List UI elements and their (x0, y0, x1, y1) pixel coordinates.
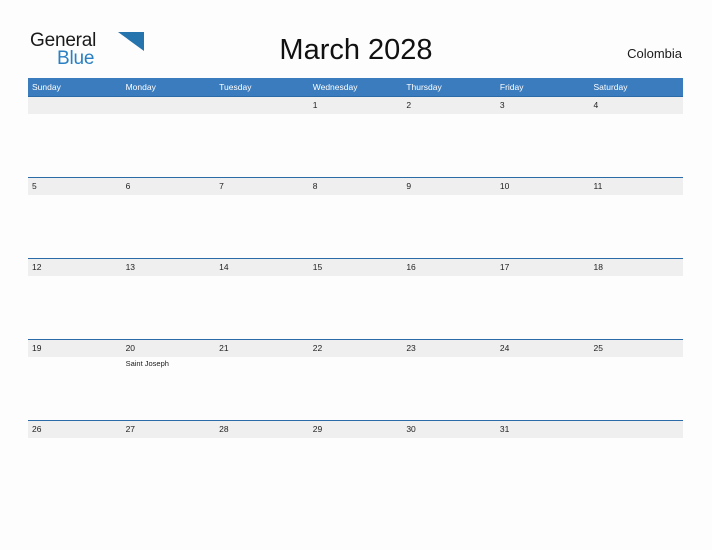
calendar-day-cell[interactable]: 5 (28, 178, 122, 258)
day-number: 27 (125, 424, 136, 434)
calendar-day-cell[interactable]: 13 (122, 259, 216, 339)
calendar-day-cell[interactable]: 23 (402, 340, 496, 420)
calendar-day-cell[interactable]: 20 Saint Joseph (122, 340, 216, 420)
calendar-day-cell[interactable]: 29 (309, 421, 403, 501)
day-number: 1 (312, 100, 318, 110)
day-number: 25 (593, 343, 603, 353)
weekday-header-wednesday: Wednesday (312, 82, 358, 92)
day-number: 28 (219, 424, 229, 434)
calendar-day-cell[interactable]: 25 (589, 340, 683, 420)
calendar-week-row: 26 27 28 29 30 31 (28, 420, 683, 501)
calendar-day-cell[interactable]: 8 (309, 178, 403, 258)
calendar-day-cell[interactable]: 24 (496, 340, 590, 420)
day-number: 19 (32, 343, 42, 353)
calendar-day-cell[interactable]: 31 (496, 421, 590, 501)
calendar-day-cell[interactable]: 17 (496, 259, 590, 339)
calendar-week-row: 1 2 3 4 (28, 96, 683, 177)
day-number: 21 (219, 343, 229, 353)
calendar-week-row: 12 13 14 15 16 17 18 (28, 258, 683, 339)
calendar-grid: Sunday Monday Tuesday Wednesday Thursday… (28, 78, 683, 501)
calendar-day-cell[interactable]: 15 (309, 259, 403, 339)
day-number: 15 (312, 262, 323, 272)
calendar-day-cell[interactable]: 7 (215, 178, 309, 258)
day-number: 12 (32, 262, 42, 272)
country-label: Colombia (627, 46, 682, 61)
calendar-day-cell[interactable] (28, 97, 122, 177)
calendar-day-cell[interactable]: 27 (122, 421, 216, 501)
day-number: 10 (499, 181, 510, 191)
calendar-day-cell[interactable] (589, 421, 683, 501)
day-number: 20 (125, 343, 136, 353)
day-number: 2 (406, 100, 412, 110)
calendar-day-cell[interactable]: 3 (496, 97, 590, 177)
day-number: 8 (312, 181, 318, 191)
day-number: 16 (406, 262, 416, 272)
weekday-header-row: Sunday Monday Tuesday Wednesday Thursday… (28, 78, 683, 96)
day-number: 26 (32, 424, 42, 434)
calendar-day-cell[interactable] (122, 97, 216, 177)
day-number: 17 (499, 262, 510, 272)
day-number: 9 (406, 181, 412, 191)
weekday-header-monday: Monday (125, 82, 156, 92)
calendar-day-cell[interactable]: 21 (215, 340, 309, 420)
day-number: 13 (125, 262, 136, 272)
calendar-day-cell[interactable]: 22 (309, 340, 403, 420)
day-number: 5 (32, 181, 37, 191)
day-number: 29 (312, 424, 323, 434)
day-number: 24 (499, 343, 510, 353)
calendar-day-cell[interactable]: 2 (402, 97, 496, 177)
day-events: Saint Joseph (126, 357, 216, 369)
calendar-day-cell[interactable]: 9 (402, 178, 496, 258)
day-number: 4 (593, 100, 599, 110)
day-number: 23 (406, 343, 416, 353)
calendar-day-cell[interactable]: 10 (496, 178, 590, 258)
page-header: General Blue March 2028 Colombia (0, 0, 712, 78)
day-number: 22 (312, 343, 323, 353)
calendar-day-cell[interactable]: 14 (215, 259, 309, 339)
calendar-week-row: 5 6 7 8 9 10 11 (28, 177, 683, 258)
day-number: 3 (499, 100, 505, 110)
day-number: 18 (593, 262, 603, 272)
page-title: March 2028 (279, 34, 433, 66)
weekday-header-friday: Friday (499, 82, 524, 92)
calendar-week-row: 19 20 Saint Joseph 21 22 23 24 25 (28, 339, 683, 420)
calendar-day-cell[interactable]: 26 (28, 421, 122, 501)
calendar-day-cell[interactable] (215, 97, 309, 177)
calendar-day-cell[interactable]: 11 (589, 178, 683, 258)
weekday-header-tuesday: Tuesday (219, 82, 252, 92)
day-number: 14 (219, 262, 229, 272)
calendar-day-cell[interactable]: 16 (402, 259, 496, 339)
day-number: 11 (593, 181, 603, 191)
calendar-day-cell[interactable]: 1 (309, 97, 403, 177)
weekday-header-thursday: Thursday (406, 82, 442, 92)
weekday-header-sunday: Sunday (32, 82, 61, 92)
weekday-header-saturday: Saturday (593, 82, 628, 92)
day-number: 7 (219, 181, 224, 191)
day-number: 31 (499, 424, 510, 434)
day-number: 6 (125, 181, 131, 191)
calendar-day-cell[interactable]: 18 (589, 259, 683, 339)
calendar-day-cell[interactable]: 30 (402, 421, 496, 501)
calendar-day-cell[interactable]: 12 (28, 259, 122, 339)
calendar-day-cell[interactable]: 6 (122, 178, 216, 258)
holiday-label: Saint Joseph (125, 359, 169, 368)
day-number: 30 (406, 424, 416, 434)
calendar-day-cell[interactable]: 4 (589, 97, 683, 177)
calendar-day-cell[interactable]: 19 (28, 340, 122, 420)
calendar-day-cell[interactable]: 28 (215, 421, 309, 501)
